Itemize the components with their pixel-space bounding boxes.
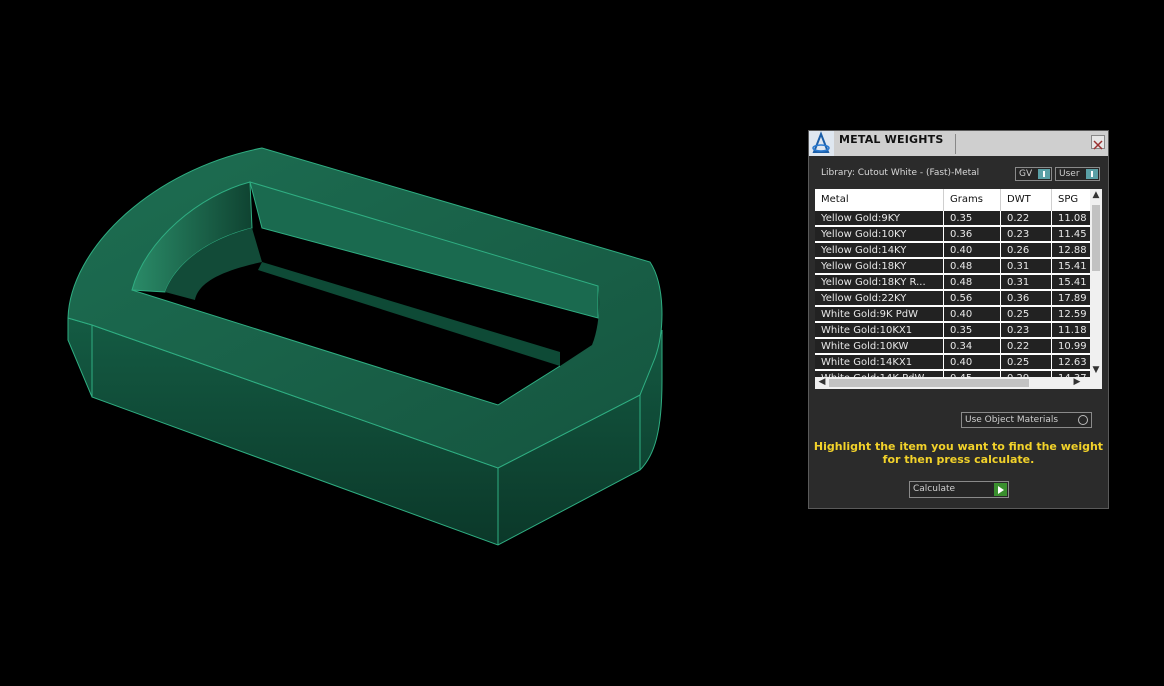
cell-grams: 0.40 [944,307,1001,322]
title-divider [955,134,956,154]
table-row[interactable]: White Gold:9K PdW 0.40 0.25 12.59 [815,307,1090,322]
cell-grams: 0.48 [944,275,1001,290]
metal-weights-panel: METAL WEIGHTS Library: Cutout White - (F… [808,130,1109,509]
toggle-knob-icon [1038,169,1050,179]
cell-grams: 0.40 [944,243,1001,258]
cell-grams: 0.35 [944,211,1001,226]
cell-grams: 0.35 [944,323,1001,338]
cell-spg: 15.41 [1058,277,1087,288]
use-object-materials-label: Use Object Materials [965,415,1059,425]
cell-metal: Yellow Gold:10KY [815,227,944,242]
cell-dwt: 0.25 [1001,307,1052,322]
panel-title: METAL WEIGHTS [839,133,944,146]
horizontal-scroll-thumb[interactable] [829,379,1029,387]
table-row[interactable]: Yellow Gold:22KY 0.56 0.36 17.89 [815,291,1090,306]
cell-dwt: 0.22 [1001,211,1052,226]
cell-spg: 12.88 [1058,245,1087,256]
library-label: Library: Cutout White - (Fast)-Metal [821,168,980,178]
cell-dwt: 0.23 [1001,323,1052,338]
table-row[interactable]: White Gold:14KX1 0.40 0.25 12.63 [815,355,1090,370]
scroll-right-icon[interactable]: ▶ [1071,377,1083,387]
cell-dwt: 0.26 [1001,243,1052,258]
vertical-scrollbar[interactable]: ▲ ▼ [1090,189,1102,377]
calculate-label: Calculate [913,484,956,494]
column-header-spg[interactable]: SPG [1052,189,1090,211]
column-header-grams[interactable]: Grams [944,189,1001,211]
cell-dwt: 0.25 [1001,355,1052,370]
3d-viewport[interactable] [0,0,790,682]
calculate-button[interactable]: Calculate [909,481,1009,498]
cell-grams: 0.56 [944,291,1001,306]
cell-metal: White Gold:9K PdW [815,307,944,322]
cell-dwt: 0.23 [1001,227,1052,242]
cell-grams: 0.48 [944,259,1001,274]
table-row[interactable]: Yellow Gold:14KY 0.40 0.26 12.88 [815,243,1090,258]
table-body: Yellow Gold:9KY 0.35 0.22 11.08 Yellow Gold:… [815,211,1090,387]
use-object-materials-toggle[interactable]: Use Object Materials [961,412,1092,428]
scroll-up-icon[interactable]: ▲ [1090,190,1102,200]
cell-spg: 15.41 [1058,261,1087,272]
cell-metal: Yellow Gold:14KY [815,243,944,258]
cell-dwt: 0.31 [1001,275,1052,290]
cell-spg: 10.99 [1058,341,1087,352]
gv-toggle-label: GV [1019,169,1033,179]
table-header: Metal Grams DWT SPG [815,189,1090,211]
app-logo-icon [809,131,834,156]
user-toggle-label: User [1059,169,1080,179]
table-row[interactable]: White Gold:10KX1 0.35 0.23 11.18 [815,323,1090,338]
cell-dwt: 0.36 [1001,291,1052,306]
cell-grams: 0.36 [944,227,1001,242]
cell-metal: Yellow Gold:18KY [815,259,944,274]
toggle-knob-icon [1086,169,1098,179]
cell-spg: 12.63 [1058,357,1087,368]
column-header-dwt[interactable]: DWT [1001,189,1052,211]
play-arrow-icon [994,483,1007,496]
close-button[interactable] [1091,135,1105,150]
cell-metal: White Gold:10KW [815,339,944,354]
cell-spg: 11.18 [1058,325,1087,336]
cell-metal: White Gold:10KX1 [815,323,944,338]
table-row[interactable]: Yellow Gold:10KY 0.36 0.23 11.45 [815,227,1090,242]
cell-spg: 12.59 [1058,309,1087,320]
ring-model[interactable] [0,0,790,682]
scroll-down-icon[interactable]: ▼ [1090,365,1102,375]
radio-icon [1078,415,1088,425]
vertical-scroll-thumb[interactable] [1092,205,1100,271]
close-icon [1093,140,1103,150]
cell-dwt: 0.31 [1001,259,1052,274]
cell-grams: 0.34 [944,339,1001,354]
scroll-left-icon[interactable]: ◀ [816,377,828,387]
metal-table[interactable]: Metal Grams DWT SPG Yellow Gold:9KY 0.35 0… [815,189,1102,389]
user-toggle[interactable]: User [1055,167,1100,181]
cell-metal: White Gold:14KX1 [815,355,944,370]
column-header-metal[interactable]: Metal [815,189,944,211]
cell-metal: Yellow Gold:18KY R... [815,275,944,290]
table-row[interactable]: Yellow Gold:18KY R... 0.48 0.31 15.41 [815,275,1090,290]
cell-dwt: 0.22 [1001,339,1052,354]
cell-spg: 11.45 [1058,229,1087,240]
cell-spg: 11.08 [1058,213,1087,224]
instruction-text: Highlight the item you want to find the … [813,440,1104,466]
cell-metal: Yellow Gold:9KY [815,211,944,226]
table-row[interactable]: Yellow Gold:9KY 0.35 0.22 11.08 [815,211,1090,226]
gv-toggle[interactable]: GV [1015,167,1052,181]
table-row[interactable]: Yellow Gold:18KY 0.48 0.31 15.41 [815,259,1090,274]
table-row[interactable]: White Gold:10KW 0.34 0.22 10.99 [815,339,1090,354]
title-bar[interactable]: METAL WEIGHTS [809,131,1108,156]
cell-grams: 0.40 [944,355,1001,370]
cell-spg: 17.89 [1058,293,1087,304]
cell-metal: Yellow Gold:22KY [815,291,944,306]
horizontal-scrollbar[interactable]: ◀ ▶ [815,377,1102,389]
